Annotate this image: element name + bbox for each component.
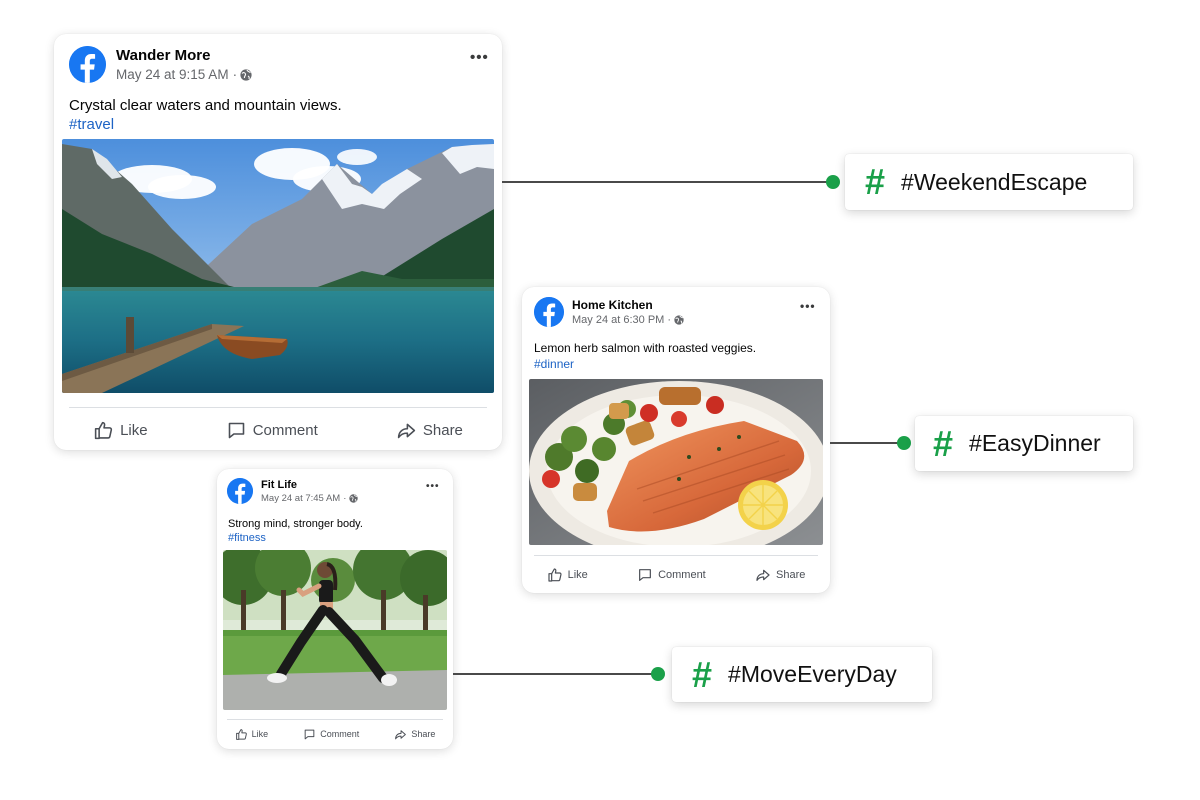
facebook-logo-icon[interactable]	[227, 478, 253, 504]
like-button[interactable]: Like	[547, 567, 588, 583]
post-actions-bar: Like Comment Share	[522, 563, 830, 587]
post-card-travel: Wander More May 24 at 9:15 AM · ••• Crys…	[54, 34, 502, 450]
share-label: Share	[411, 729, 436, 739]
actions-divider	[69, 407, 487, 408]
hashtag-icon: #	[865, 161, 886, 202]
campaign-tag-weekend-escape[interactable]: # #WeekendEscape	[845, 154, 1133, 210]
more-options-icon[interactable]: •••	[470, 49, 489, 66]
share-label: Share	[776, 569, 806, 581]
comment-icon	[304, 729, 315, 739]
globe-icon	[349, 493, 359, 503]
post-author[interactable]: Fit Life	[261, 479, 358, 491]
hashtag-icon: #	[692, 653, 713, 695]
like-label: Like	[251, 729, 269, 739]
comment-label: Comment	[320, 729, 360, 739]
more-options-icon[interactable]: •••	[426, 481, 440, 492]
like-label: Like	[120, 421, 148, 439]
like-label: Like	[567, 569, 588, 581]
post-header: Fit Life May 24 at 7:45 AM ·	[227, 478, 359, 504]
post-header: Wander More May 24 at 9:15 AM ·	[69, 46, 252, 83]
share-label: Share	[422, 421, 463, 439]
timestamp-text: May 24 at 6:30 PM	[572, 314, 665, 326]
post-timestamp[interactable]: May 24 at 9:15 AM ·	[116, 67, 252, 82]
post-hashtag-link[interactable]: #dinner	[534, 357, 574, 371]
campaign-tag-text: #MoveEveryDay	[728, 661, 897, 687]
share-icon	[756, 569, 770, 581]
like-icon	[548, 568, 562, 582]
comment-button[interactable]: Comment	[637, 567, 706, 583]
comment-icon	[639, 569, 651, 581]
campaign-tag-text: #WeekendEscape	[901, 168, 1088, 195]
more-options-icon[interactable]: •••	[800, 299, 816, 313]
like-icon	[94, 421, 113, 439]
post-image-workout[interactable]	[223, 550, 447, 710]
post-caption: Strong mind, stronger body.	[228, 518, 363, 530]
post-header: Home Kitchen May 24 at 6:30 PM ·	[534, 297, 684, 327]
comment-button[interactable]: Comment	[303, 728, 359, 741]
connector-node-dinner	[897, 436, 911, 450]
facebook-logo-icon[interactable]	[69, 46, 106, 83]
share-button[interactable]: Share	[394, 728, 435, 741]
actions-divider	[227, 719, 443, 720]
campaign-tag-text: #EasyDinner	[969, 430, 1101, 456]
share-button[interactable]: Share	[755, 567, 805, 583]
comment-icon	[228, 422, 245, 438]
post-author[interactable]: Wander More	[116, 47, 252, 64]
campaign-tag-easy-dinner[interactable]: # #EasyDinner	[915, 416, 1133, 471]
post-actions-bar: Like Comment Share	[54, 415, 502, 445]
facebook-logo-icon[interactable]	[534, 297, 564, 327]
share-icon	[395, 729, 407, 739]
post-hashtag-link[interactable]: #travel	[69, 116, 114, 133]
connector-line-dinner	[830, 442, 902, 444]
post-image-salmon[interactable]	[529, 379, 823, 545]
post-author[interactable]: Home Kitchen	[572, 298, 684, 312]
comment-label: Comment	[658, 569, 706, 581]
post-hashtag-link[interactable]: #fitness	[228, 532, 266, 544]
comment-label: Comment	[252, 421, 318, 439]
post-timestamp[interactable]: May 24 at 6:30 PM ·	[572, 314, 684, 326]
timestamp-text: May 24 at 9:15 AM	[116, 67, 229, 82]
comment-button[interactable]: Comment	[226, 420, 318, 441]
connector-node-move	[651, 667, 665, 681]
globe-icon	[674, 315, 684, 325]
separator-dot: ·	[343, 492, 347, 504]
hashtag-icon: #	[933, 422, 954, 464]
campaign-tag-move-every-day[interactable]: # #MoveEveryDay	[672, 647, 932, 702]
like-button[interactable]: Like	[93, 420, 148, 441]
post-image-lake[interactable]	[62, 139, 494, 393]
separator-dot: ·	[667, 314, 671, 326]
post-caption: Crystal clear waters and mountain views.	[69, 97, 342, 114]
like-button[interactable]: Like	[235, 728, 269, 741]
actions-divider	[534, 555, 818, 556]
post-card-dinner: Home Kitchen May 24 at 6:30 PM · ••• Lem…	[522, 287, 830, 593]
share-icon	[397, 423, 416, 438]
separator-dot: ·	[232, 67, 238, 82]
connector-node-weekend	[826, 175, 840, 189]
globe-icon	[240, 68, 252, 81]
connector-line-weekend	[502, 181, 832, 183]
share-button[interactable]: Share	[396, 420, 463, 441]
post-timestamp[interactable]: May 24 at 7:45 AM ·	[261, 492, 359, 504]
timestamp-text: May 24 at 7:45 AM	[261, 492, 341, 504]
post-card-fitness: Fit Life May 24 at 7:45 AM · ••• Strong …	[217, 469, 453, 749]
post-caption: Lemon herb salmon with roasted veggies.	[534, 341, 757, 355]
connector-line-move	[453, 673, 658, 675]
like-icon	[235, 728, 247, 740]
post-actions-bar: Like Comment Share	[217, 725, 453, 743]
